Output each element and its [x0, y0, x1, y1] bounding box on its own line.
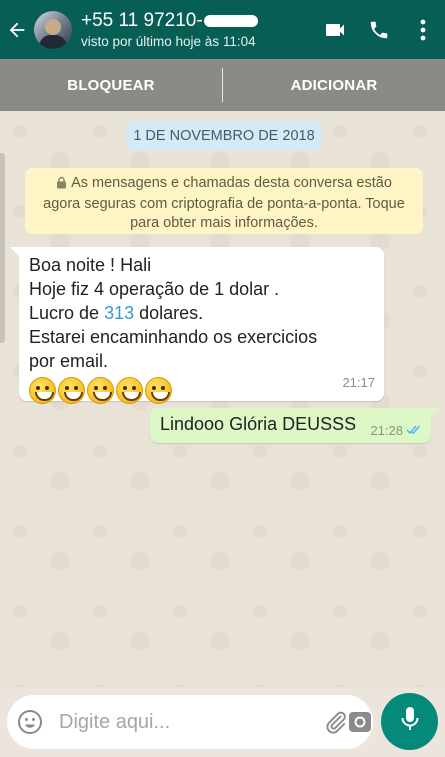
arrow-left-icon[interactable]: [0, 0, 34, 59]
message-composer: [7, 695, 373, 749]
add-contact-button[interactable]: ADICIONAR: [223, 77, 445, 94]
emoji-row: [29, 377, 374, 404]
camera-icon[interactable]: [348, 702, 372, 742]
double-check-icon: [406, 423, 422, 438]
chat-header: +55 11 97210- visto por último hoje às 1…: [0, 0, 445, 59]
message-line: Hoje fiz 4 operação de 1 dolar .: [29, 279, 280, 299]
side-tab: [0, 153, 5, 343]
paperclip-icon[interactable]: [324, 702, 348, 742]
last-seen-status: visto por último hoje às 11:04: [81, 34, 256, 49]
grin-emoji-icon: [145, 377, 172, 404]
message-text: Lindooo Glória DEUSSS: [160, 414, 357, 434]
more-vert-icon[interactable]: [401, 0, 445, 59]
message-time: 21:17: [342, 375, 375, 390]
lock-icon: [56, 176, 67, 195]
message-line: por email.: [29, 351, 109, 371]
outgoing-message[interactable]: Lindooo Glória DEUSSS 21:28: [150, 408, 440, 443]
contact-info[interactable]: +55 11 97210- visto por último hoje às 1…: [81, 10, 313, 49]
grin-emoji-icon: [29, 377, 56, 404]
encryption-notice[interactable]: As mensagens e chamadas desta conversa e…: [25, 168, 423, 234]
message-input[interactable]: [59, 710, 324, 734]
mic-icon: [400, 706, 420, 737]
redaction-bar: [203, 15, 258, 27]
unknown-contact-actions: BLOQUEAR ADICIONAR: [0, 59, 445, 111]
contact-name: +55 11 97210-: [81, 10, 313, 32]
block-button[interactable]: BLOQUEAR: [0, 77, 222, 94]
avatar[interactable]: [34, 10, 72, 49]
smiley-icon[interactable]: [17, 706, 43, 738]
message-meta: 21:28: [370, 423, 422, 438]
message-line: Estarei encaminhando os exercicios: [29, 327, 318, 347]
grin-emoji-icon: [116, 377, 143, 404]
phone-icon[interactable]: [357, 0, 401, 59]
mic-button[interactable]: [381, 693, 438, 750]
message-time: 21:28: [370, 423, 403, 438]
message-text: Lucro de: [29, 303, 105, 323]
message-line: Boa noite ! Hali: [29, 255, 152, 275]
number-link[interactable]: 313: [104, 303, 134, 323]
message-line: Lucro de 313 dolares.: [29, 301, 374, 325]
date-divider: 1 DE NOVEMBRO DE 2018: [126, 121, 322, 150]
grin-emoji-icon: [87, 377, 114, 404]
encryption-notice-text: As mensagens e chamadas desta conversa e…: [43, 175, 405, 231]
incoming-message[interactable]: Boa noite ! Hali Hoje fiz 4 operação de …: [10, 247, 384, 404]
message-text: dolares.: [134, 303, 204, 323]
grin-emoji-icon: [58, 377, 85, 404]
contact-name-text: +55 11 97210-: [81, 10, 203, 31]
video-call-icon[interactable]: [313, 0, 357, 59]
chat-area[interactable]: 1 DE NOVEMBRO DE 2018 As mensagens e cha…: [0, 111, 445, 687]
